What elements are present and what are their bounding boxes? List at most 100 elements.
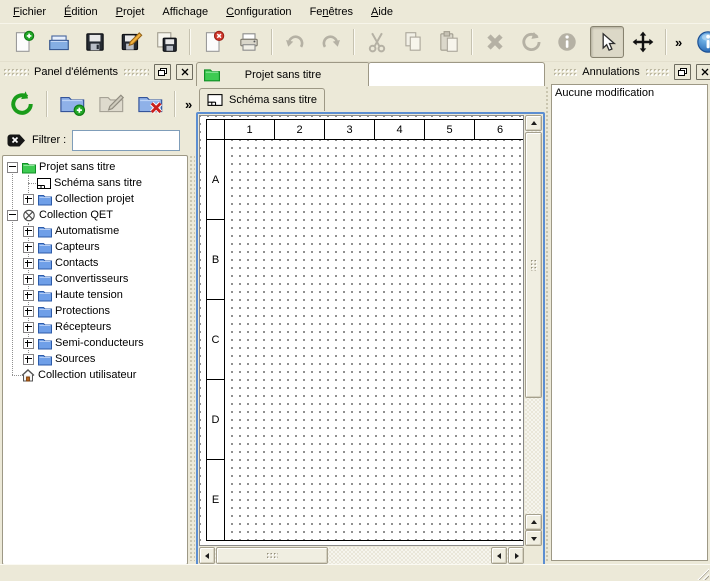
select-mode-button[interactable] bbox=[590, 26, 624, 58]
dock-drag-texture[interactable] bbox=[645, 68, 669, 77]
dock-drag-texture[interactable] bbox=[3, 68, 29, 77]
blue-folder-icon bbox=[38, 321, 52, 334]
print-button[interactable] bbox=[232, 26, 266, 58]
undo-button[interactable] bbox=[278, 26, 312, 58]
delete-button[interactable] bbox=[478, 26, 512, 58]
about-button[interactable] bbox=[691, 26, 710, 58]
vertical-scroll-thumb[interactable] bbox=[525, 132, 542, 398]
expand-expander-icon[interactable] bbox=[23, 258, 34, 269]
tree-item-convertisseurs[interactable]: Convertisseurs bbox=[3, 271, 187, 287]
delete-category-button[interactable] bbox=[132, 86, 168, 122]
reload-collections-button[interactable] bbox=[4, 86, 40, 122]
tree-item-schema[interactable]: Schéma sans titre bbox=[3, 175, 187, 191]
dock-drag-texture[interactable] bbox=[123, 68, 149, 77]
edit-category-button[interactable] bbox=[93, 86, 129, 122]
redo-button[interactable] bbox=[314, 26, 348, 58]
scroll-down-button[interactable] bbox=[525, 530, 542, 546]
close-panel-button[interactable] bbox=[176, 64, 193, 80]
schema-border-frame: 1 2 3 4 5 6 A B C D E bbox=[206, 119, 524, 541]
annulations-panel-title: Annulations bbox=[582, 66, 640, 78]
float-panel-button[interactable] bbox=[154, 64, 171, 80]
save-button[interactable] bbox=[78, 26, 112, 58]
scroll-left-button-2[interactable] bbox=[491, 547, 507, 564]
menu-edition[interactable]: Édition bbox=[55, 2, 107, 22]
scroll-left-button[interactable] bbox=[199, 547, 215, 564]
window-resize-grip[interactable] bbox=[696, 567, 709, 580]
tab-bar-empty-area bbox=[368, 62, 545, 86]
tree-item-contacts[interactable]: Contacts bbox=[3, 255, 187, 271]
new-document-button[interactable] bbox=[6, 26, 40, 58]
toolbar-overflow-button[interactable]: » bbox=[672, 35, 685, 50]
collapse-expander-icon[interactable] bbox=[7, 162, 18, 173]
menu-fichier[interactable]: Fichier bbox=[4, 2, 55, 22]
expand-expander-icon[interactable] bbox=[23, 354, 34, 365]
collapse-expander-icon[interactable] bbox=[7, 210, 18, 221]
expand-expander-icon[interactable] bbox=[23, 274, 34, 285]
menu-fenetres[interactable]: Fenêtres bbox=[301, 2, 362, 22]
expand-expander-icon[interactable] bbox=[23, 194, 34, 205]
horizontal-scroll-thumb[interactable] bbox=[216, 547, 328, 564]
save-as-icon bbox=[119, 30, 143, 54]
float-panel-button[interactable] bbox=[674, 64, 691, 80]
tree-item-capteurs[interactable]: Capteurs bbox=[3, 239, 187, 255]
close-document-icon bbox=[201, 30, 225, 54]
schema-view: 1 2 3 4 5 6 A B C D E bbox=[196, 112, 545, 567]
expand-expander-icon[interactable] bbox=[23, 226, 34, 237]
select-pointer-icon bbox=[595, 30, 619, 54]
element-info-button[interactable] bbox=[550, 26, 584, 58]
vertical-scrollbar[interactable] bbox=[525, 115, 542, 546]
close-panel-button[interactable] bbox=[696, 64, 710, 80]
save-as-button[interactable] bbox=[114, 26, 148, 58]
tree-item-label: Convertisseurs bbox=[55, 273, 128, 285]
vertical-splitter[interactable] bbox=[545, 86, 550, 561]
tree-item-automatisme[interactable]: Automatisme bbox=[3, 223, 187, 239]
scroll-up-button-2[interactable] bbox=[525, 514, 542, 530]
paste-button[interactable] bbox=[432, 26, 466, 58]
tree-item-projet[interactable]: Projet sans titre bbox=[3, 159, 187, 175]
panel-toolbar-overflow-button[interactable]: » bbox=[182, 97, 195, 112]
column-header: 3 bbox=[325, 120, 375, 140]
schema-canvas[interactable]: 1 2 3 4 5 6 A B C D E bbox=[199, 115, 524, 546]
column-header: 4 bbox=[375, 120, 425, 140]
tree-item-label: Schéma sans titre bbox=[54, 177, 142, 189]
expand-expander-icon[interactable] bbox=[23, 338, 34, 349]
menu-aide[interactable]: Aide bbox=[362, 2, 402, 22]
tree-item-sources[interactable]: Sources bbox=[3, 351, 187, 367]
dock-drag-texture[interactable] bbox=[553, 68, 577, 77]
close-document-button[interactable] bbox=[196, 26, 230, 58]
cut-button[interactable] bbox=[360, 26, 394, 58]
expand-expander-icon[interactable] bbox=[23, 306, 34, 317]
tab-projet-sans-titre[interactable]: Projet sans titre bbox=[196, 62, 370, 86]
filter-input[interactable] bbox=[72, 130, 180, 151]
save-all-button[interactable] bbox=[150, 26, 184, 58]
tree-item-haute-tension[interactable]: Haute tension bbox=[3, 287, 187, 303]
tree-item-protections[interactable]: Protections bbox=[3, 303, 187, 319]
tree-item-recepteurs[interactable]: Récepteurs bbox=[3, 319, 187, 335]
undo-list-item[interactable]: Aucune modification bbox=[552, 85, 707, 101]
rotate-button[interactable] bbox=[514, 26, 548, 58]
print-icon bbox=[237, 30, 261, 54]
vertical-splitter[interactable] bbox=[189, 155, 195, 561]
clear-filter-icon[interactable] bbox=[6, 133, 26, 148]
tree-item-collection-qet[interactable]: Collection QET bbox=[3, 207, 187, 223]
tab-schema-sans-titre[interactable]: Schéma sans titre bbox=[199, 88, 325, 111]
expand-expander-icon[interactable] bbox=[23, 242, 34, 253]
expand-expander-icon[interactable] bbox=[23, 290, 34, 301]
expand-expander-icon[interactable] bbox=[23, 322, 34, 333]
new-category-button[interactable] bbox=[54, 86, 90, 122]
copy-button[interactable] bbox=[396, 26, 430, 58]
tree-item-semi-conducteurs[interactable]: Semi-conducteurs bbox=[3, 335, 187, 351]
menu-affichage[interactable]: Affichage bbox=[153, 2, 217, 22]
menu-configuration[interactable]: Configuration bbox=[217, 2, 300, 22]
horizontal-scrollbar[interactable] bbox=[199, 547, 524, 564]
schema-drawing-area[interactable] bbox=[225, 140, 524, 540]
scroll-right-button[interactable] bbox=[508, 547, 524, 564]
undo-history-list: Aucune modification bbox=[551, 84, 708, 561]
move-mode-button[interactable] bbox=[626, 26, 660, 58]
open-button[interactable] bbox=[42, 26, 76, 58]
tree-item-collection-projet[interactable]: Collection projet bbox=[3, 191, 187, 207]
menu-projet[interactable]: Projet bbox=[107, 2, 154, 22]
blue-folder-icon bbox=[38, 241, 52, 254]
tree-item-collection-utilisateur[interactable]: Collection utilisateur bbox=[3, 367, 187, 383]
scroll-up-button[interactable] bbox=[525, 115, 542, 131]
